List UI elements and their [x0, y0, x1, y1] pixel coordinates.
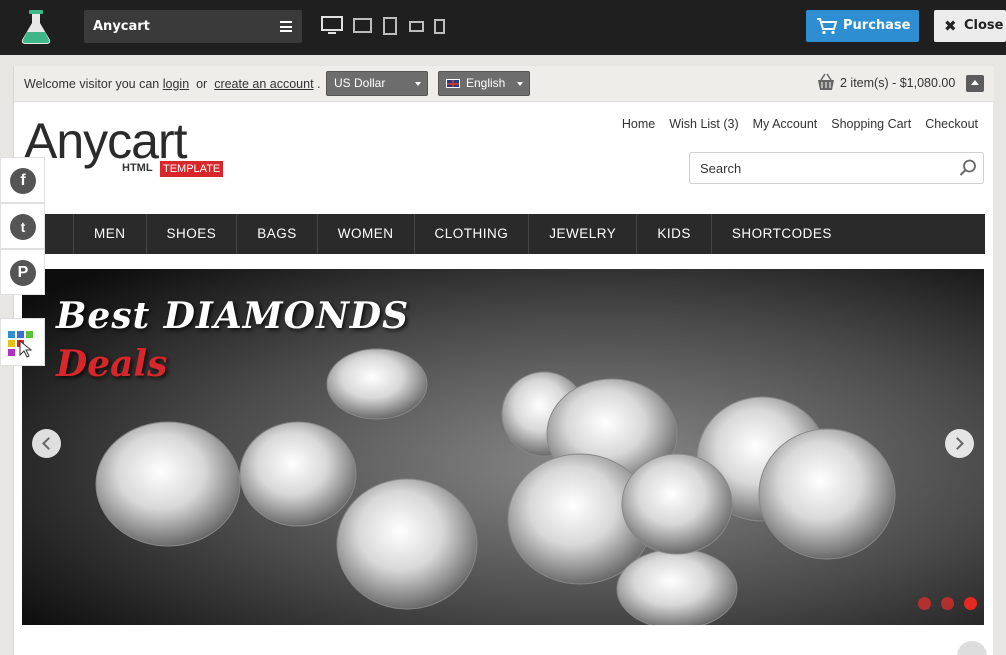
welcome-or: or [196, 77, 208, 91]
phone-portrait-icon[interactable] [434, 19, 445, 34]
cart-toggle-button[interactable] [966, 75, 984, 92]
slider-next-button[interactable] [945, 429, 974, 458]
search-icon[interactable] [959, 159, 977, 177]
link-wishlist[interactable]: Wish List (3) [669, 117, 738, 131]
close-button[interactable]: ✖ Close [934, 10, 1006, 42]
link-my-account[interactable]: My Account [753, 117, 818, 131]
purchase-button[interactable]: Purchase [806, 10, 919, 42]
link-shopping-cart[interactable]: Shopping Cart [831, 117, 911, 131]
nav-item-shortcodes[interactable]: SHORTCODES [712, 214, 852, 254]
currency-dropdown[interactable]: US Dollar [326, 71, 428, 96]
close-label: Close [964, 18, 1004, 33]
currency-value: US Dollar [334, 76, 386, 90]
nav-item-bags[interactable]: BAGS [237, 214, 318, 254]
welcome-dot: . [317, 77, 321, 91]
basket-icon [818, 73, 834, 90]
nav-item-women[interactable]: WOMEN [318, 214, 415, 254]
link-home[interactable]: Home [622, 117, 655, 131]
twitter-icon: t [10, 214, 36, 240]
purchase-label: Purchase [843, 18, 911, 33]
slide-title-line1: Best DIAMONDS [56, 295, 410, 337]
welcome-bar: Welcome visitor you can login or create … [14, 66, 994, 102]
tablet-portrait-icon[interactable] [383, 17, 397, 35]
search-input[interactable] [690, 153, 940, 183]
site-preview: Welcome visitor you can login or create … [13, 66, 994, 655]
slider-prev-button[interactable] [32, 429, 61, 458]
hero-slider[interactable]: Best DIAMONDS Deals [22, 269, 984, 625]
cart-icon [817, 18, 838, 35]
tablet-landscape-icon[interactable] [353, 18, 372, 33]
nav-item-men[interactable]: MEN [74, 214, 147, 254]
chevron-down-icon [415, 82, 421, 86]
main-nav: MEN SHOES BAGS WOMEN CLOTHING JEWELRY KI… [27, 214, 985, 254]
phone-landscape-icon[interactable] [409, 21, 424, 32]
flask-logo-icon [21, 10, 51, 44]
slider-dot-2[interactable] [941, 597, 954, 610]
nav-item-jewelry[interactable]: JEWELRY [529, 214, 638, 254]
site-logo[interactable]: Anycart [24, 116, 188, 166]
nav-item-clothing[interactable]: CLOTHING [415, 214, 530, 254]
pinterest-icon: P [10, 260, 36, 286]
login-link[interactable]: login [163, 77, 189, 91]
chevron-down-icon [517, 82, 523, 86]
welcome-text: Welcome visitor you can login or create … [24, 77, 321, 91]
facebook-icon: f [10, 168, 36, 194]
desktop-icon[interactable] [321, 16, 343, 36]
color-palette-icon [8, 331, 33, 358]
language-value: English [466, 76, 506, 90]
close-icon: ✖ [944, 17, 957, 35]
link-checkout[interactable]: Checkout [925, 117, 978, 131]
welcome-prefix: Welcome visitor you can [24, 77, 160, 91]
slide-title-line2: Deals [56, 343, 168, 385]
nav-item-kids[interactable]: KIDS [637, 214, 712, 254]
cart-summary[interactable]: 2 item(s) - $1,080.00 [816, 73, 956, 90]
theme-selector[interactable]: Anycart [84, 10, 302, 43]
theme-name: Anycart [93, 19, 150, 34]
style-switcher-button[interactable] [0, 318, 45, 366]
create-account-link[interactable]: create an account [214, 77, 313, 91]
preview-toolbar: Anycart Purchase ✖ Close [0, 0, 1006, 55]
slider-dot-3[interactable] [964, 597, 977, 610]
uk-flag-icon [446, 79, 460, 88]
language-dropdown[interactable]: English [438, 71, 530, 96]
facebook-button[interactable]: f [0, 157, 45, 203]
nav-item-shoes[interactable]: SHOES [147, 214, 238, 254]
slider-pagination [918, 597, 977, 610]
menu-icon [280, 21, 292, 32]
search-box [689, 152, 984, 184]
slider-dot-1[interactable] [918, 597, 931, 610]
cart-summary-text: 2 item(s) - $1,080.00 [840, 76, 956, 90]
logo-badge: TEMPLATE [160, 161, 224, 177]
logo-sub: HTML [122, 162, 153, 174]
social-sidebar: f t P [0, 157, 45, 295]
top-links: Home Wish List (3) My Account Shopping C… [622, 117, 978, 131]
twitter-button[interactable]: t [0, 203, 45, 249]
pinterest-button[interactable]: P [0, 249, 45, 295]
